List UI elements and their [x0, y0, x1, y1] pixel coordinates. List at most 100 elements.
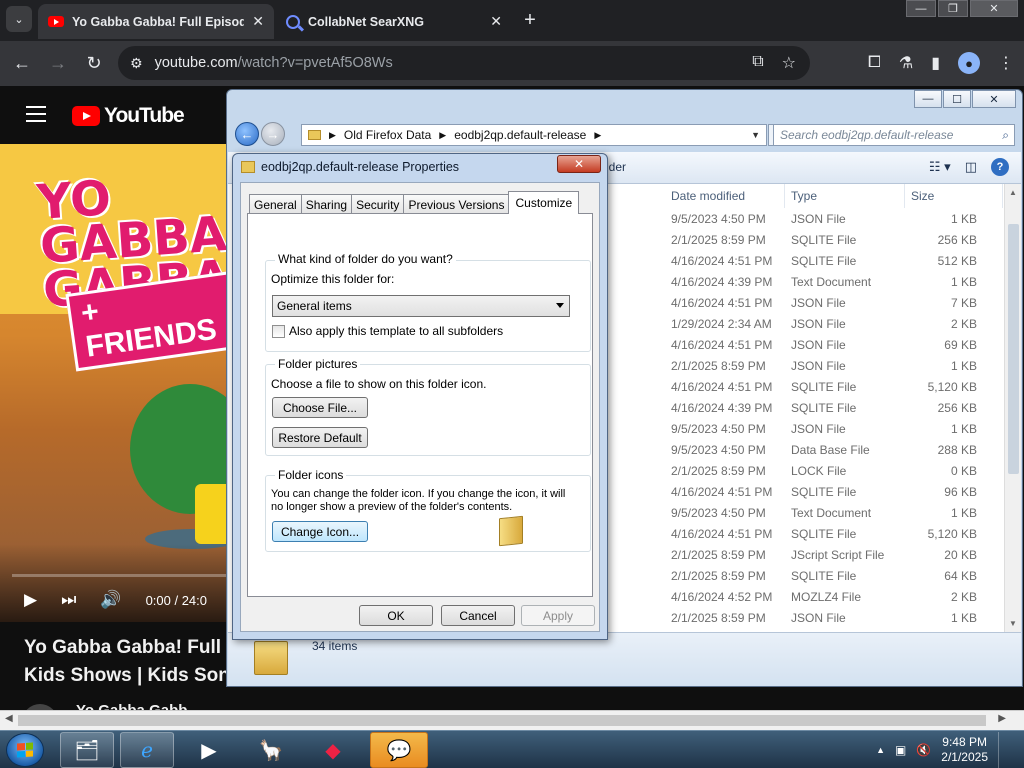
- taskbar-internet-explorer[interactable]: ℯ: [120, 732, 174, 768]
- taskbar-explorer[interactable]: 🗂: [60, 732, 114, 768]
- folder-icons-text-2: no longer show a preview of the folder's…: [271, 501, 513, 513]
- column-date-modified[interactable]: Date modified: [665, 184, 785, 208]
- taskbar-roblox[interactable]: ◆: [306, 732, 360, 768]
- next-icon[interactable]: ⏭: [61, 590, 76, 610]
- search-icon[interactable]: ⌕: [1002, 128, 1009, 143]
- network-icon[interactable]: ▣: [895, 743, 906, 757]
- file-size: 1 KB: [950, 274, 977, 289]
- extensions-icon[interactable]: ⧠: [868, 54, 881, 72]
- menu-kebab-icon[interactable]: ⋮: [998, 53, 1014, 73]
- tab-security[interactable]: Security: [351, 194, 405, 214]
- cancel-button[interactable]: Cancel: [441, 605, 515, 626]
- scroll-down-icon[interactable]: ▼: [1009, 619, 1017, 628]
- reload-icon[interactable]: ↻: [82, 51, 106, 75]
- scroll-right-icon[interactable]: ▶: [998, 713, 1006, 724]
- explorer-search-input[interactable]: Search eodbj2qp.default-release ⌕: [773, 124, 1015, 146]
- breadcrumb-old-firefox-data[interactable]: Old Firefox Data: [344, 128, 431, 142]
- profile-avatar-icon[interactable]: ●: [958, 52, 980, 74]
- explorer-close-button[interactable]: ✕: [972, 90, 1016, 108]
- tab-customize[interactable]: Customize: [508, 191, 580, 214]
- command-new-folder-partial[interactable]: lder: [606, 160, 626, 174]
- bookmark-star-icon[interactable]: ☆: [782, 53, 796, 73]
- choose-file-button[interactable]: Choose File...: [272, 397, 368, 418]
- file-size: 96 KB: [944, 484, 977, 499]
- channel-name[interactable]: Yo Gabba Gabb: [76, 702, 187, 710]
- show-desktop-button[interactable]: [998, 732, 1010, 768]
- scroll-left-icon[interactable]: ◀: [5, 713, 13, 724]
- tab-close-icon[interactable]: ✕: [490, 13, 502, 30]
- change-icon-button[interactable]: Change Icon...: [272, 521, 368, 542]
- side-panel-icon[interactable]: ▮: [931, 53, 940, 73]
- restore-default-button[interactable]: Restore Default: [272, 427, 368, 448]
- youtube-logo[interactable]: YouTube: [72, 104, 185, 128]
- video-progress-bar[interactable]: [12, 574, 240, 577]
- file-type: JSON File: [791, 295, 846, 310]
- file-size: 5,120 KB: [927, 379, 977, 394]
- file-date: 4/16/2024 4:52 PM: [671, 589, 773, 604]
- file-date: 9/5/2023 4:50 PM: [671, 421, 766, 436]
- file-type: JSON File: [791, 358, 846, 373]
- start-button[interactable]: [6, 733, 44, 767]
- apply-button[interactable]: Apply: [521, 605, 595, 626]
- file-type: JSON File: [791, 316, 846, 331]
- breadcrumb-profile[interactable]: eodbj2qp.default-release: [454, 128, 586, 142]
- explorer-minimize-button[interactable]: —: [914, 90, 942, 108]
- volume-muted-icon[interactable]: 🔇: [916, 743, 931, 757]
- labs-flask-icon[interactable]: ⚗: [899, 53, 913, 73]
- explorer-scrollbar-thumb[interactable]: [1008, 224, 1019, 474]
- file-size: 256 KB: [937, 400, 977, 415]
- clock-time: 9:48 PM: [942, 735, 987, 749]
- explorer-maximize-button[interactable]: ☐: [943, 90, 971, 108]
- horizontal-scrollbar[interactable]: ◀ ▶: [0, 710, 1024, 730]
- new-tab-button[interactable]: +: [518, 8, 542, 32]
- tab-previous-versions[interactable]: Previous Versions: [403, 194, 510, 214]
- file-date: 4/16/2024 4:51 PM: [671, 484, 773, 499]
- file-date: 2/1/2025 8:59 PM: [671, 358, 766, 373]
- close-button[interactable]: ✕: [970, 0, 1018, 17]
- back-arrow-icon[interactable]: ←: [10, 51, 34, 75]
- restore-button[interactable]: ❐: [938, 0, 968, 17]
- ok-button[interactable]: OK: [359, 605, 433, 626]
- tab-youtube[interactable]: Yo Gabba Gabba! Full Episodes ✕: [38, 4, 274, 39]
- help-icon[interactable]: ?: [991, 158, 1009, 176]
- address-dropdown-icon[interactable]: ▼: [751, 130, 760, 140]
- site-info-icon[interactable]: ⚙: [130, 55, 143, 72]
- file-date: 2/1/2025 8:59 PM: [671, 610, 766, 625]
- youtube-wordmark: YouTube: [104, 104, 185, 127]
- explorer-address-bar[interactable]: ▶ Old Firefox Data ▶ eodbj2qp.default-re…: [301, 124, 790, 146]
- dialog-close-button[interactable]: ✕: [557, 155, 601, 173]
- taskbar-media-player[interactable]: ▶: [182, 732, 236, 768]
- minimize-button[interactable]: —: [906, 0, 936, 17]
- preview-pane-icon[interactable]: ◫: [965, 159, 977, 175]
- explorer-back-icon[interactable]: ←: [235, 122, 259, 146]
- column-type[interactable]: Type: [785, 184, 905, 208]
- forward-arrow-icon[interactable]: →: [46, 51, 70, 75]
- scroll-up-icon[interactable]: ▲: [1009, 188, 1017, 197]
- view-options-icon[interactable]: ☷ ▾: [929, 159, 951, 175]
- volume-icon[interactable]: 🔊: [100, 590, 121, 610]
- tab-sharing[interactable]: Sharing: [300, 194, 353, 214]
- play-icon[interactable]: ▶: [24, 590, 37, 610]
- scrollbar-thumb[interactable]: [18, 715, 986, 726]
- install-app-icon[interactable]: ⧉: [752, 53, 763, 73]
- hamburger-menu-icon[interactable]: [26, 106, 46, 122]
- tab-close-icon[interactable]: ✕: [252, 13, 264, 30]
- clock[interactable]: 9:48 PM 2/1/2025: [941, 735, 988, 765]
- tray-expand-icon[interactable]: ▲: [876, 745, 885, 755]
- optimize-select[interactable]: General items: [272, 295, 570, 317]
- taskbar-chrome[interactable]: 💬: [370, 732, 428, 768]
- file-type: JSON File: [791, 337, 846, 352]
- optimize-value: General items: [277, 299, 352, 313]
- explorer-vertical-scrollbar[interactable]: ▲ ▼: [1004, 184, 1021, 632]
- tab-general[interactable]: General: [249, 194, 302, 214]
- video-player[interactable]: YO GABBA GABBA + FRIENDS ▶ ⏭ 🔊 0:00 / 24…: [0, 144, 240, 622]
- apply-subfolders-checkbox[interactable]: [272, 324, 285, 338]
- file-type: JSON File: [791, 211, 846, 226]
- address-bar[interactable]: ⚙ youtube.com/watch?v=pvetAf5O8Ws ⧉ ☆: [118, 46, 810, 80]
- taskbar-llama-app[interactable]: 🦙: [244, 732, 298, 768]
- apply-subfolders-row[interactable]: Also apply this template to all subfolde…: [272, 324, 503, 338]
- tab-searxng[interactable]: CollabNet SearXNG ✕: [276, 4, 512, 39]
- explorer-forward-icon[interactable]: →: [261, 122, 285, 146]
- column-size[interactable]: Size: [905, 184, 1003, 208]
- tab-search-button[interactable]: ⌄: [6, 6, 32, 32]
